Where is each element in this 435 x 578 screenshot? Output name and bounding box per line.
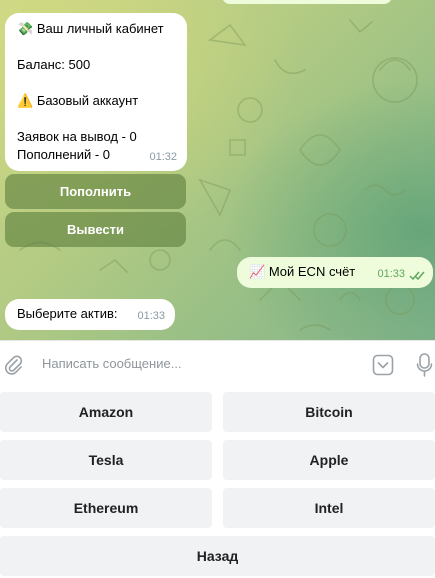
asset-button-tesla[interactable]: Tesla — [0, 440, 212, 480]
previous-outgoing-message — [222, 0, 392, 4]
warning-emoji-icon: ⚠️ — [17, 93, 34, 108]
cabinet-title-line: 💸 Ваш личный кабинет — [17, 20, 175, 38]
deposit-button[interactable]: Пополнить — [5, 174, 186, 209]
double-check-icon — [409, 271, 425, 280]
ecn-account-message: 📈 Мой ECN счёт 01:33 — [237, 257, 433, 288]
message-time: 01:33 — [377, 268, 405, 280]
chat-area: 💸 Ваш личный кабинет Баланс: 500 ⚠️ Базо… — [0, 0, 435, 340]
asset-button-intel[interactable]: Intel — [223, 488, 435, 528]
cabinet-message: 💸 Ваш личный кабинет Баланс: 500 ⚠️ Базо… — [5, 13, 187, 171]
withdraw-requests-text: Заявок на вывод - 0 — [17, 129, 137, 144]
asset-button-bitcoin[interactable]: Bitcoin — [223, 392, 435, 432]
message-composer: Написать сообщение... — [0, 340, 435, 388]
choose-asset-message: Выберите актив: 01:33 — [5, 299, 175, 330]
paperclip-icon[interactable] — [4, 354, 24, 376]
withdraw-button[interactable]: Вывести — [5, 212, 186, 247]
message-time: 01:33 — [137, 310, 165, 322]
money-emoji-icon: 💸 — [17, 21, 34, 36]
account-type-line: ⚠️ Базовый аккаунт — [17, 92, 175, 110]
account-type-text: Базовый аккаунт — [36, 93, 139, 108]
chevron-down-box-icon[interactable] — [372, 354, 394, 376]
cabinet-title: Ваш личный кабинет — [36, 21, 164, 36]
balance-text: Баланс: 500 — [17, 57, 91, 72]
back-button[interactable]: Назад — [0, 536, 435, 576]
asset-button-amazon[interactable]: Amazon — [0, 392, 212, 432]
asset-button-apple[interactable]: Apple — [223, 440, 435, 480]
chart-emoji-icon: 📈 — [249, 264, 266, 279]
ecn-account-text: Мой ECN счёт — [268, 264, 356, 279]
message-time: 01:32 — [149, 151, 177, 163]
microphone-icon[interactable] — [416, 353, 435, 377]
reply-keyboard: Amazon Bitcoin Tesla Apple Ethereum Inte… — [0, 388, 435, 578]
message-input[interactable]: Написать сообщение... — [42, 356, 182, 371]
asset-button-ethereum[interactable]: Ethereum — [0, 488, 212, 528]
